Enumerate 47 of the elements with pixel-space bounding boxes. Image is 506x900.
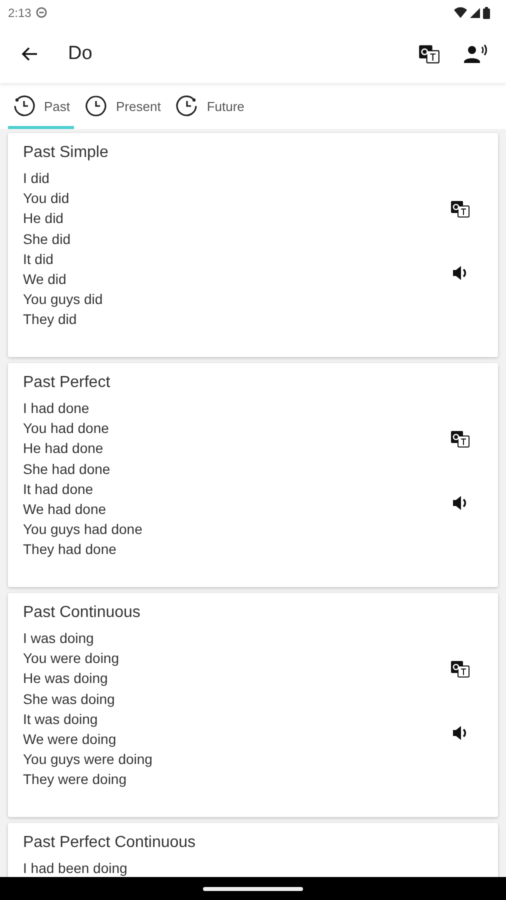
conjugation-text: She did bbox=[23, 230, 72, 249]
status-time: 2:13 bbox=[8, 6, 32, 20]
home-handle[interactable] bbox=[203, 886, 303, 890]
tense-title: Past Perfect Continuous bbox=[23, 834, 197, 852]
conjugation-text: They did bbox=[23, 310, 78, 330]
translate-icon bbox=[450, 429, 470, 449]
conjugation-text: I had been doing bbox=[23, 859, 128, 878]
conjugation-text: You guys were doing bbox=[23, 750, 154, 770]
do-not-disturb-icon bbox=[36, 7, 48, 18]
clock-icon bbox=[84, 94, 108, 118]
conjugation-text: I was doing bbox=[23, 629, 95, 648]
tense-title: Past Perfect bbox=[23, 374, 112, 392]
wifi-icon bbox=[454, 7, 467, 18]
signal-icon bbox=[470, 8, 480, 18]
conjugation-text: It did bbox=[23, 250, 54, 269]
clock-icon bbox=[174, 94, 199, 118]
tense-tab[interactable]: Present bbox=[80, 83, 165, 129]
conjugation-text: They were doing bbox=[23, 770, 128, 790]
conjugation-text: You had done bbox=[23, 419, 110, 438]
conjugation-text: We were doing bbox=[23, 730, 118, 750]
conjugation-text: You did bbox=[23, 189, 70, 208]
conjugation-text: He did bbox=[23, 209, 64, 228]
translate-icon bbox=[418, 43, 440, 65]
conjugation-text: He had done bbox=[23, 439, 104, 458]
conjugation-text: You guys had done bbox=[23, 520, 144, 540]
conjugation-text: You guys did bbox=[23, 290, 104, 310]
translate-icon bbox=[450, 199, 470, 219]
tense-title: Past Continuous bbox=[23, 604, 142, 622]
screen-title: Do bbox=[68, 43, 94, 65]
person-speaking-icon bbox=[464, 43, 488, 65]
tense-tab[interactable]: Future bbox=[170, 83, 248, 129]
conjugation-text: You were doing bbox=[23, 649, 120, 668]
conjugation-text: I did bbox=[23, 169, 50, 188]
conjugation-text: We had done bbox=[23, 500, 108, 520]
conjugation-text: I had done bbox=[23, 399, 90, 418]
conjugation-text: They had done bbox=[23, 540, 118, 560]
conjugation-text: We did bbox=[23, 270, 68, 290]
translate-icon bbox=[450, 659, 470, 679]
conjugation-text: It was doing bbox=[23, 710, 99, 729]
conjugation-text: She had done bbox=[23, 460, 112, 479]
tense-title: Past Simple bbox=[23, 144, 110, 162]
conjugation-text: She was doing bbox=[23, 690, 116, 709]
clock-icon bbox=[12, 94, 36, 118]
conjugation-text: It had done bbox=[23, 480, 94, 499]
conjugation-text: He was doing bbox=[23, 669, 109, 688]
battery-icon bbox=[483, 6, 490, 18]
tense-tab[interactable]: Past bbox=[8, 83, 74, 129]
